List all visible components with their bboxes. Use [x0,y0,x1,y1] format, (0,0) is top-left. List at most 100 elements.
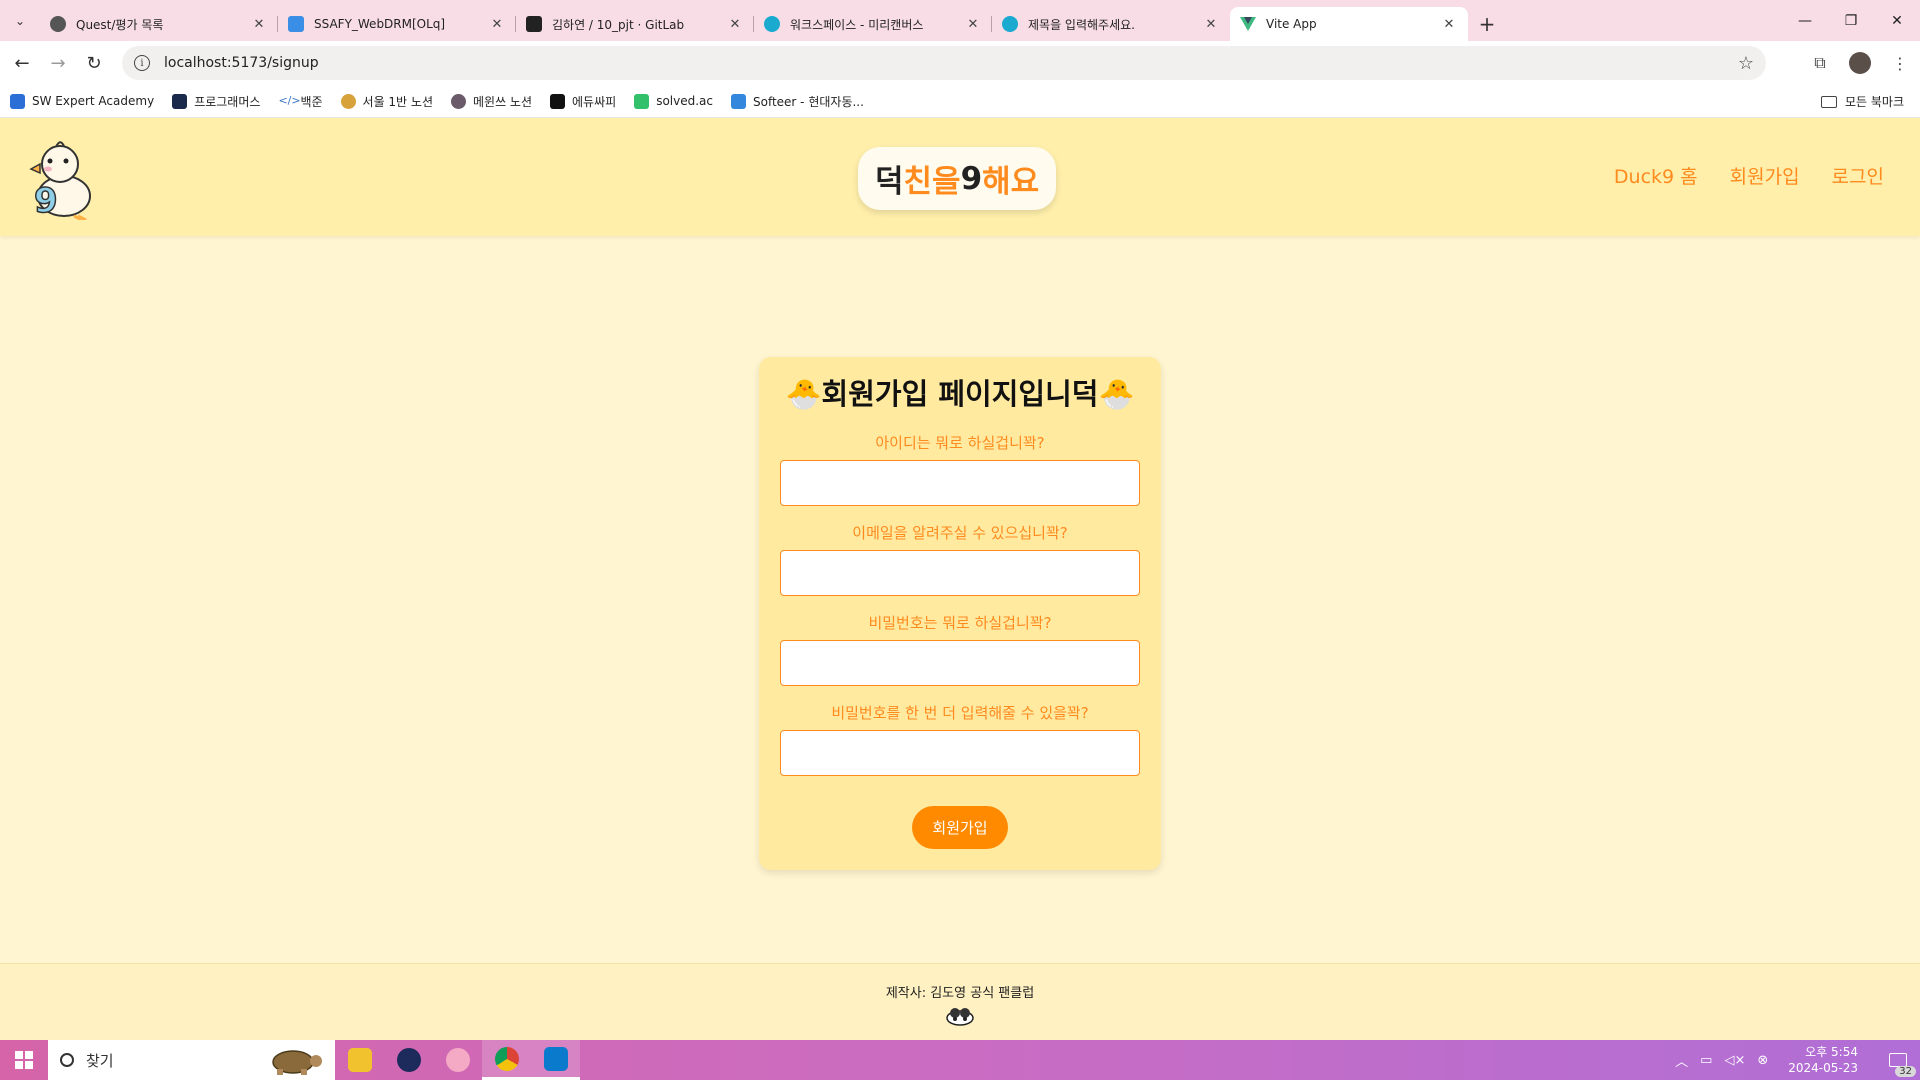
nav-home-link[interactable]: Duck9 홈 [1614,162,1698,189]
password-confirm-input[interactable] [780,730,1140,776]
bookmark-icon [10,93,25,109]
site-info-icon[interactable]: i [134,55,150,71]
tab-favicon [50,16,66,32]
tab-ssafy[interactable]: SSAFY_WebDRM[OLq] ✕ [278,7,516,41]
duck-logo-icon[interactable]: 9 [26,136,98,220]
address-bar[interactable]: i localhost:5173/signup ☆ [122,46,1766,80]
close-icon[interactable]: ✕ [964,17,982,32]
app-power-icon[interactable] [384,1040,433,1080]
bookmark-icon [340,93,356,109]
bookmark-edussafy[interactable]: 에듀싸피 [550,93,616,110]
password-confirm-label: 비밀번호를 한 번 더 입력해줄 수 있을꽉? [831,704,1089,722]
close-icon[interactable]: ✕ [488,17,506,32]
bookmark-icon [730,93,746,109]
close-icon[interactable]: ✕ [1202,17,1220,32]
bookmark-star-icon[interactable]: ☆ [1738,53,1754,74]
clock-time: 오후 5:54 [1805,1045,1858,1059]
toolbar-actions: ⧉ ⋮ [1800,41,1920,85]
username-input[interactable] [780,460,1140,506]
back-icon[interactable]: ← [4,45,40,81]
address-bar-row: ← → ↻ i localhost:5173/signup ☆ ⧉ ⋮ [0,41,1920,85]
taskbar-search-placeholder: 찾기 [86,1051,114,1070]
avatar[interactable] [1849,52,1871,74]
vscode-icon[interactable] [531,1040,580,1080]
brand-part: 친을 [903,164,961,200]
username-label: 아이디는 뭐로 하실겁니꽉? [875,434,1045,452]
reload-icon[interactable]: ↻ [76,45,112,81]
brand-title[interactable]: 덕 친을 9 해요 [858,147,1057,210]
search-icon [60,1053,74,1067]
fan-club-icon [946,1008,974,1026]
all-bookmarks[interactable]: 모든 북마크 [1820,85,1904,118]
taskbar-search[interactable]: 찾기 [48,1040,335,1080]
close-icon[interactable]: ✕ [250,17,268,32]
bookmark-seoul-notion[interactable]: 서울 1반 노션 [340,93,433,110]
clock[interactable]: 오후 5:54 2024-05-23 [1788,1044,1858,1076]
windows-start-icon[interactable] [0,1040,48,1080]
nav-login-link[interactable]: 로그인 [1832,162,1884,189]
folder-icon [1820,95,1837,108]
bookmark-label: 서울 1반 노션 [362,94,433,109]
bookmark-icon [451,93,466,109]
tab-miricanvas-untitled[interactable]: 제목을 입력해주세요. ✕ [992,7,1230,41]
tab-miricanvas-workspace[interactable]: 워크스페이스 - 미리캔버스 ✕ [754,7,992,41]
close-icon[interactable]: ✕ [1440,17,1458,32]
chrome-icon[interactable] [482,1040,531,1080]
brand-part: 덕 [875,164,904,200]
file-explorer-icon[interactable] [335,1040,384,1080]
bookmark-softeer[interactable]: Softeer - 현대자동... [730,93,864,110]
signup-card: 🐣회원가입 페이지입니덕🐣 아이디는 뭐로 하실겁니꽉? 이메일을 알려주실 수… [759,357,1161,870]
bookmark-icon [172,93,188,109]
password-label: 비밀번호는 뭐로 하실겁니꽉? [868,614,1052,632]
url-text[interactable]: localhost:5173/signup [164,55,319,71]
paint-icon[interactable] [433,1040,482,1080]
bookmark-mewins-notion[interactable]: 메윈쓰 노션 [451,93,532,110]
notification-icon[interactable]: 32 [1876,1040,1920,1080]
site-footer: 제작사: 김도영 공식 팬클럽 [0,963,1920,1040]
chevron-up-icon[interactable]: ︿ [1675,1051,1688,1070]
bookmark-label: Softeer - 현대자동... [752,94,864,109]
tab-vite-app[interactable]: Vite App ✕ [1230,7,1468,41]
nav-signup-link[interactable]: 회원가입 [1730,162,1800,189]
bookmark-label: solved.ac [656,94,713,108]
all-bookmarks-label: 모든 북마크 [1844,95,1904,109]
email-input[interactable] [780,550,1140,596]
footer-credit: 제작사: 김도영 공식 팬클럽 [885,986,1035,1001]
signup-title: 🐣회원가입 페이지입니덕🐣 [785,377,1135,411]
bookmark-baekjoon[interactable]: </> 백준 [278,93,322,110]
vue-icon [1240,16,1256,32]
bookmark-solvedac[interactable]: solved.ac [634,93,713,109]
bookmark-label: 프로그래머스 [194,94,261,109]
bookmark-label: 메윈쓰 노션 [473,94,533,109]
bookmark-label: 백준 [300,94,323,109]
site-header: 9 덕 친을 9 해요 Duck9 홈 회원가입 로그인 [0,118,1920,236]
tab-favicon [1002,16,1018,32]
close-icon[interactable]: ✕ [726,17,744,32]
bookmark-icon [550,93,566,109]
minimize-icon[interactable]: — [1782,0,1828,41]
extensions-icon[interactable]: ⧉ [1800,53,1840,73]
volume-icon[interactable]: ◁× [1724,1053,1745,1068]
tab-favicon [526,16,542,32]
tab-gitlab[interactable]: 김하연 / 10_pjt · GitLab ✕ [516,7,754,41]
window-controls: — ❐ ✕ [1782,0,1920,41]
email-label: 이메일을 알려주실 수 있으십니꽉? [852,524,1068,542]
status-icon[interactable]: ⊗ [1757,1053,1768,1068]
tab-strip: ⌄ Quest/평가 목록 ✕ SSAFY_WebDRM[OLq] ✕ 김하연 … [0,0,1920,41]
close-window-icon[interactable]: ✕ [1874,0,1920,41]
svg-text:9: 9 [34,181,58,220]
restore-icon[interactable]: ❐ [1828,0,1874,41]
signup-button[interactable]: 회원가입 [912,806,1008,849]
network-icon[interactable]: ▭ [1700,1053,1712,1068]
password-input[interactable] [780,640,1140,686]
tab-title: 워크스페이스 - 미리캔버스 [790,17,924,32]
bookmark-programmers[interactable]: 프로그래머스 [172,93,260,110]
tab-quest[interactable]: Quest/평가 목록 ✕ [40,7,278,41]
forward-icon[interactable]: → [40,45,76,81]
tab-title: 김하연 / 10_pjt · GitLab [552,17,685,32]
menu-icon[interactable]: ⋮ [1880,54,1920,73]
new-tab-button[interactable]: + [1468,7,1506,41]
bookmark-swea[interactable]: SW Expert Academy [10,93,154,109]
tab-search-icon[interactable]: ⌄ [0,0,40,41]
taskbar: 찾기 ︿ ▭ ◁× ⊗ 오후 5:54 2024-05-23 32 [0,1040,1920,1080]
